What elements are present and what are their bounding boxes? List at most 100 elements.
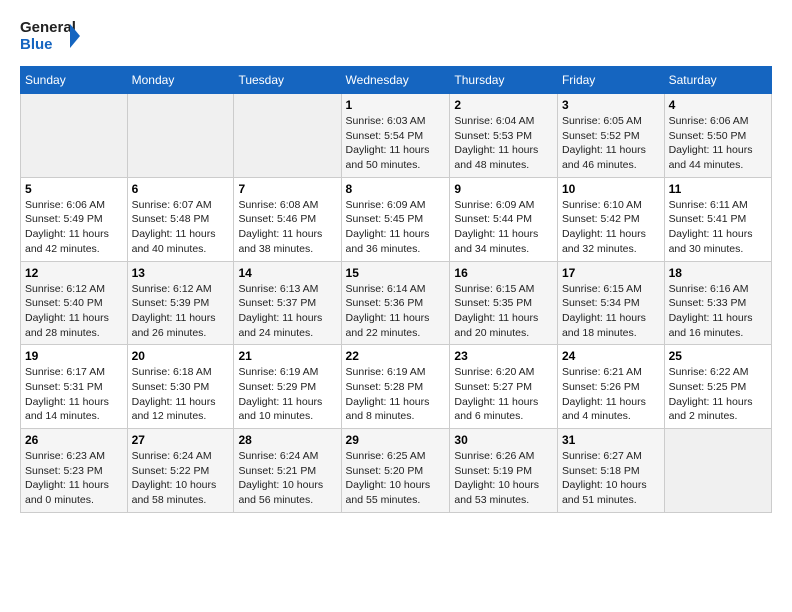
day-number: 10	[562, 182, 660, 196]
day-number: 27	[132, 433, 230, 447]
calendar-cell: 8 Sunrise: 6:09 AMSunset: 5:45 PMDaylight…	[341, 177, 450, 261]
calendar-week-row: 26 Sunrise: 6:23 AMSunset: 5:23 PMDayligh…	[21, 429, 772, 513]
weekday-header-row: SundayMondayTuesdayWednesdayThursdayFrid…	[21, 67, 772, 94]
day-number: 9	[454, 182, 553, 196]
day-info: Sunrise: 6:07 AMSunset: 5:48 PMDaylight:…	[132, 198, 230, 257]
calendar-cell: 5Sunrise: 6:06 AMSunset: 5:49 PMDaylight…	[21, 177, 128, 261]
calendar-cell: 18 Sunrise: 6:16 AMSunset: 5:33 PMDayligh…	[664, 261, 771, 345]
day-number: 11	[669, 182, 767, 196]
calendar-cell: 2 Sunrise: 6:04 AMSunset: 5:53 PMDaylight…	[450, 94, 558, 178]
logo-icon: GeneralBlue	[20, 16, 80, 56]
day-info: Sunrise: 6:09 AMSunset: 5:45 PMDaylight:…	[346, 198, 446, 257]
calendar-cell: 4Sunrise: 6:06 AMSunset: 5:50 PMDaylight…	[664, 94, 771, 178]
day-info: Sunrise: 6:26 AMSunset: 5:19 PMDaylight:…	[454, 449, 553, 508]
day-info: Sunrise: 6:20 AMSunset: 5:27 PMDaylight:…	[454, 365, 553, 424]
weekday-header-sunday: Sunday	[21, 67, 128, 94]
day-info: Sunrise: 6:22 AMSunset: 5:25 PMDaylight:…	[669, 365, 767, 424]
day-number: 1	[346, 98, 446, 112]
day-number: 22	[346, 349, 446, 363]
day-info: Sunrise: 6:23 AMSunset: 5:23 PMDaylight:…	[25, 449, 123, 508]
day-info: Sunrise: 6:12 AMSunset: 5:40 PMDaylight:…	[25, 282, 123, 341]
day-info: Sunrise: 6:25 AMSunset: 5:20 PMDaylight:…	[346, 449, 446, 508]
calendar-cell: 12 Sunrise: 6:12 AMSunset: 5:40 PMDayligh…	[21, 261, 128, 345]
calendar-cell	[234, 94, 341, 178]
day-number: 13	[132, 266, 230, 280]
calendar-cell: 9 Sunrise: 6:09 AMSunset: 5:44 PMDaylight…	[450, 177, 558, 261]
day-info: Sunrise: 6:21 AMSunset: 5:26 PMDaylight:…	[562, 365, 660, 424]
day-number: 16	[454, 266, 553, 280]
svg-text:General: General	[20, 19, 76, 36]
weekday-header-friday: Friday	[557, 67, 664, 94]
calendar-week-row: 12 Sunrise: 6:12 AMSunset: 5:40 PMDayligh…	[21, 261, 772, 345]
calendar-cell: 25 Sunrise: 6:22 AMSunset: 5:25 PMDayligh…	[664, 345, 771, 429]
day-info: Sunrise: 6:03 AMSunset: 5:54 PMDaylight:…	[346, 114, 446, 173]
calendar-week-row: 1 Sunrise: 6:03 AMSunset: 5:54 PMDaylight…	[21, 94, 772, 178]
day-number: 31	[562, 433, 660, 447]
weekday-header-wednesday: Wednesday	[341, 67, 450, 94]
day-number: 29	[346, 433, 446, 447]
day-number: 2	[454, 98, 553, 112]
day-info: Sunrise: 6:09 AMSunset: 5:44 PMDaylight:…	[454, 198, 553, 257]
calendar-cell: 21 Sunrise: 6:19 AMSunset: 5:29 PMDayligh…	[234, 345, 341, 429]
calendar-table: SundayMondayTuesdayWednesdayThursdayFrid…	[20, 66, 772, 513]
calendar-week-row: 19Sunrise: 6:17 AMSunset: 5:31 PMDayligh…	[21, 345, 772, 429]
day-number: 7	[238, 182, 336, 196]
day-number: 8	[346, 182, 446, 196]
day-info: Sunrise: 6:06 AMSunset: 5:49 PMDaylight:…	[25, 198, 123, 257]
day-info: Sunrise: 6:18 AMSunset: 5:30 PMDaylight:…	[132, 365, 230, 424]
calendar-cell: 17 Sunrise: 6:15 AMSunset: 5:34 PMDayligh…	[557, 261, 664, 345]
day-info: Sunrise: 6:24 AMSunset: 5:22 PMDaylight:…	[132, 449, 230, 508]
calendar-cell: 20 Sunrise: 6:18 AMSunset: 5:30 PMDayligh…	[127, 345, 234, 429]
weekday-header-tuesday: Tuesday	[234, 67, 341, 94]
calendar-cell: 22 Sunrise: 6:19 AMSunset: 5:28 PMDayligh…	[341, 345, 450, 429]
calendar-cell: 6 Sunrise: 6:07 AMSunset: 5:48 PMDaylight…	[127, 177, 234, 261]
day-number: 26	[25, 433, 123, 447]
day-number: 14	[238, 266, 336, 280]
page-container: GeneralBlue SundayMondayTuesdayWednesday…	[0, 0, 792, 523]
calendar-cell: 7Sunrise: 6:08 AMSunset: 5:46 PMDaylight…	[234, 177, 341, 261]
logo: GeneralBlue	[20, 16, 80, 56]
calendar-cell: 24Sunrise: 6:21 AMSunset: 5:26 PMDayligh…	[557, 345, 664, 429]
calendar-cell	[21, 94, 128, 178]
day-number: 23	[454, 349, 553, 363]
calendar-cell: 3Sunrise: 6:05 AMSunset: 5:52 PMDaylight…	[557, 94, 664, 178]
day-info: Sunrise: 6:11 AMSunset: 5:41 PMDaylight:…	[669, 198, 767, 257]
weekday-header-thursday: Thursday	[450, 67, 558, 94]
day-info: Sunrise: 6:16 AMSunset: 5:33 PMDaylight:…	[669, 282, 767, 341]
day-info: Sunrise: 6:24 AMSunset: 5:21 PMDaylight:…	[238, 449, 336, 508]
day-number: 17	[562, 266, 660, 280]
header: GeneralBlue	[20, 16, 772, 56]
day-number: 25	[669, 349, 767, 363]
day-info: Sunrise: 6:19 AMSunset: 5:29 PMDaylight:…	[238, 365, 336, 424]
calendar-cell: 13Sunrise: 6:12 AMSunset: 5:39 PMDayligh…	[127, 261, 234, 345]
calendar-cell: 31 Sunrise: 6:27 AMSunset: 5:18 PMDayligh…	[557, 429, 664, 513]
day-info: Sunrise: 6:13 AMSunset: 5:37 PMDaylight:…	[238, 282, 336, 341]
day-info: Sunrise: 6:06 AMSunset: 5:50 PMDaylight:…	[669, 114, 767, 173]
day-number: 20	[132, 349, 230, 363]
day-info: Sunrise: 6:19 AMSunset: 5:28 PMDaylight:…	[346, 365, 446, 424]
calendar-cell	[664, 429, 771, 513]
calendar-cell	[127, 94, 234, 178]
svg-text:Blue: Blue	[20, 36, 53, 53]
calendar-cell: 28 Sunrise: 6:24 AMSunset: 5:21 PMDayligh…	[234, 429, 341, 513]
day-number: 6	[132, 182, 230, 196]
day-info: Sunrise: 6:10 AMSunset: 5:42 PMDaylight:…	[562, 198, 660, 257]
calendar-cell: 15Sunrise: 6:14 AMSunset: 5:36 PMDayligh…	[341, 261, 450, 345]
day-info: Sunrise: 6:05 AMSunset: 5:52 PMDaylight:…	[562, 114, 660, 173]
day-info: Sunrise: 6:27 AMSunset: 5:18 PMDaylight:…	[562, 449, 660, 508]
calendar-cell: 10 Sunrise: 6:10 AMSunset: 5:42 PMDayligh…	[557, 177, 664, 261]
day-number: 28	[238, 433, 336, 447]
calendar-cell: 23 Sunrise: 6:20 AMSunset: 5:27 PMDayligh…	[450, 345, 558, 429]
day-number: 12	[25, 266, 123, 280]
calendar-cell: 1 Sunrise: 6:03 AMSunset: 5:54 PMDaylight…	[341, 94, 450, 178]
calendar-week-row: 5Sunrise: 6:06 AMSunset: 5:49 PMDaylight…	[21, 177, 772, 261]
day-info: Sunrise: 6:17 AMSunset: 5:31 PMDaylight:…	[25, 365, 123, 424]
day-number: 18	[669, 266, 767, 280]
calendar-cell: 16Sunrise: 6:15 AMSunset: 5:35 PMDayligh…	[450, 261, 558, 345]
calendar-cell: 30Sunrise: 6:26 AMSunset: 5:19 PMDayligh…	[450, 429, 558, 513]
day-info: Sunrise: 6:04 AMSunset: 5:53 PMDaylight:…	[454, 114, 553, 173]
day-number: 21	[238, 349, 336, 363]
calendar-cell: 14 Sunrise: 6:13 AMSunset: 5:37 PMDayligh…	[234, 261, 341, 345]
day-info: Sunrise: 6:15 AMSunset: 5:34 PMDaylight:…	[562, 282, 660, 341]
calendar-cell: 29 Sunrise: 6:25 AMSunset: 5:20 PMDayligh…	[341, 429, 450, 513]
